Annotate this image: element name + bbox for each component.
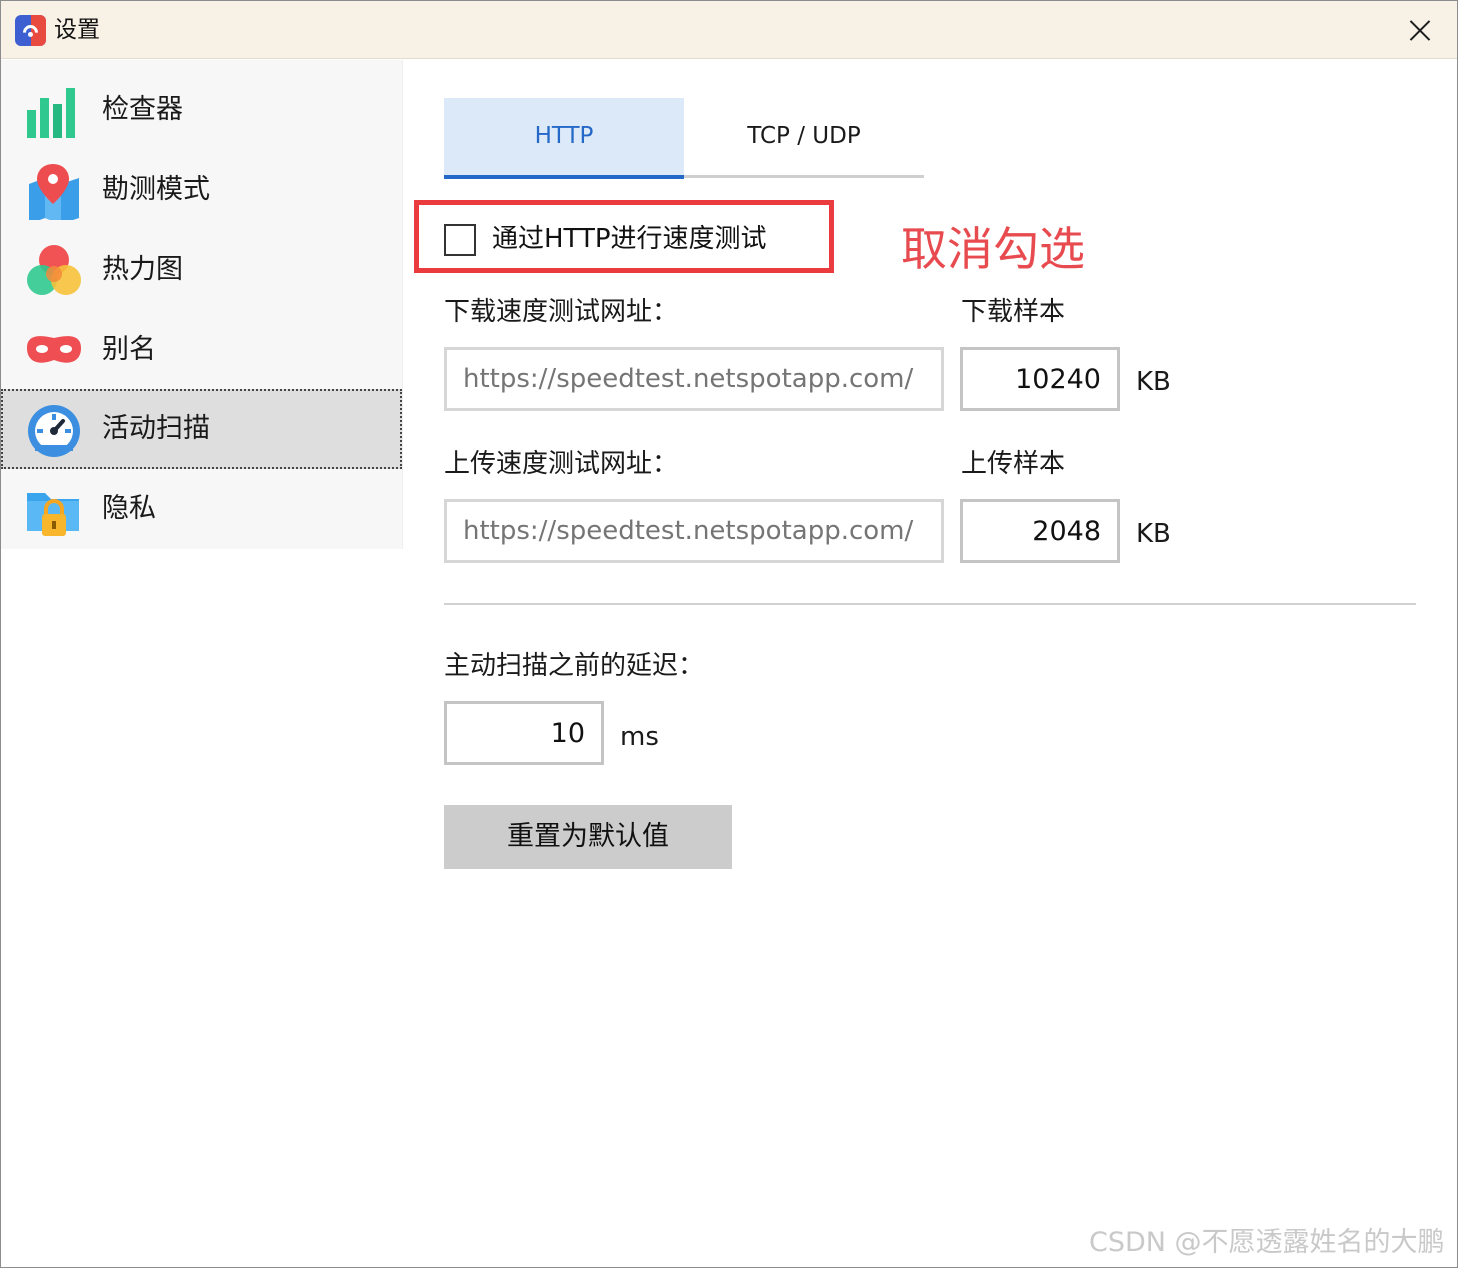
settings-window: 设置 检查器 勘测模式 热力图 别名 活动扫描 隐私 HTTP TCP / UD… — [0, 0, 1458, 1268]
sidebar: 检查器 勘测模式 热力图 别名 活动扫描 隐私 — [1, 60, 403, 549]
upload-url-input[interactable] — [444, 499, 944, 563]
sidebar-item-label: 别名 — [102, 334, 156, 365]
app-wifi-icon — [15, 15, 46, 46]
sidebar-item-active-scan[interactable]: 活动扫描 — [1, 389, 402, 469]
lock-folder-icon — [27, 493, 79, 536]
window-title: 设置 — [54, 17, 100, 43]
sidebar-item-heatmap[interactable]: 热力图 — [1, 230, 402, 310]
annotation-text: 取消勾选 — [901, 222, 1085, 276]
sidebar-item-inspector[interactable]: 检查器 — [1, 70, 402, 150]
sidebar-item-label: 检查器 — [102, 94, 183, 125]
scan-delay-unit: ms — [620, 722, 659, 752]
sidebar-item-privacy[interactable]: 隐私 — [1, 469, 402, 549]
tab-active-indicator — [444, 175, 684, 179]
scan-delay-input[interactable] — [444, 701, 604, 765]
sidebar-item-label: 勘测模式 — [102, 174, 210, 205]
http-speed-test-checkbox[interactable] — [444, 224, 476, 256]
download-sample-label: 下载样本 — [961, 297, 1066, 327]
upload-sample-label: 上传样本 — [961, 449, 1066, 479]
tab-underline — [684, 175, 924, 178]
download-url-input[interactable] — [444, 347, 944, 411]
watermark: CSDN @不愿透露姓名的大鹏 — [1089, 1227, 1445, 1258]
reset-defaults-button[interactable]: 重置为默认值 — [444, 805, 732, 869]
download-sample-input[interactable] — [960, 347, 1120, 411]
sidebar-item-label: 活动扫描 — [102, 413, 210, 444]
download-unit: KB — [1136, 367, 1171, 397]
download-url-label: 下载速度测试网址： — [444, 297, 679, 327]
tab-http[interactable]: HTTP — [444, 98, 684, 175]
settings-content: HTTP TCP / UDP 通过HTTP进行速度测试 取消勾选 下载速度测试网… — [404, 60, 1457, 1267]
upload-sample-input[interactable] — [960, 499, 1120, 563]
heatmap-icon — [27, 245, 81, 295]
tab-tcp-udp[interactable]: TCP / UDP — [684, 98, 924, 175]
section-divider — [444, 603, 1416, 605]
speedometer-icon — [28, 405, 80, 457]
tab-bar: HTTP TCP / UDP — [444, 98, 924, 179]
map-pin-icon — [29, 164, 79, 220]
bar-chart-icon — [27, 88, 75, 138]
upload-url-label: 上传速度测试网址： — [444, 449, 679, 479]
scan-delay-label: 主动扫描之前的延迟： — [444, 651, 705, 681]
sidebar-item-label: 隐私 — [102, 493, 156, 524]
sidebar-item-survey-mode[interactable]: 勘测模式 — [1, 150, 402, 230]
title-bar: 设置 — [1, 1, 1457, 59]
http-speed-test-label[interactable]: 通过HTTP进行速度测试 — [492, 222, 767, 256]
close-button[interactable] — [1405, 15, 1435, 45]
sidebar-item-alias[interactable]: 别名 — [1, 310, 402, 390]
mask-icon — [27, 336, 81, 363]
upload-unit: KB — [1136, 519, 1171, 549]
sidebar-item-label: 热力图 — [102, 254, 183, 285]
